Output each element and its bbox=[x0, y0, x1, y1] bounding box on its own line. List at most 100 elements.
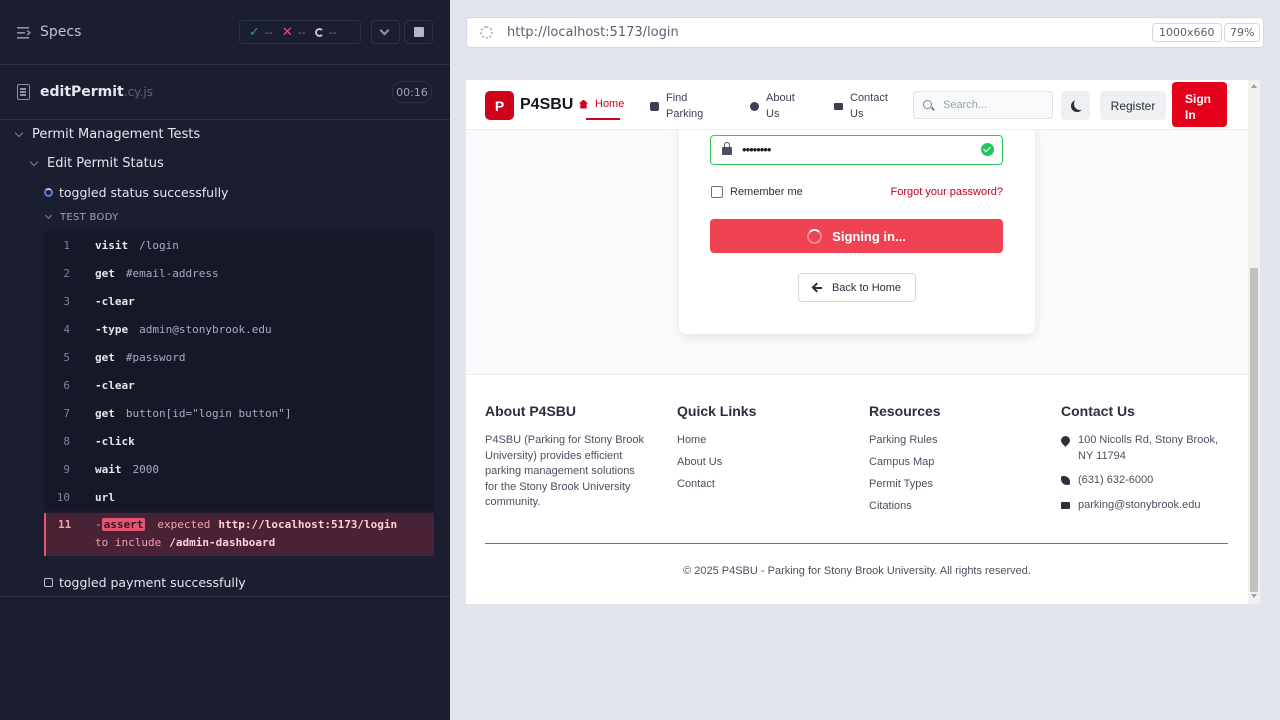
suite-title: Permit Management Tests bbox=[32, 127, 201, 142]
url-text[interactable]: http://localhost:5173/login bbox=[507, 25, 679, 40]
footer-about-title: About P4SBU bbox=[485, 403, 576, 419]
command-name: -type bbox=[95, 322, 129, 336]
assert-badge: assert bbox=[101, 518, 146, 531]
envelope-icon bbox=[1061, 501, 1070, 509]
command-number: 7 bbox=[63, 406, 70, 420]
back-to-home-label: Back to Home bbox=[831, 281, 902, 294]
search-icon bbox=[923, 100, 932, 109]
app-footer: About P4SBU P4SBU (Parking for Stony Bro… bbox=[466, 374, 1248, 604]
footer-phone: (631) 632-6000 bbox=[1061, 473, 1223, 489]
home-icon bbox=[579, 99, 588, 109]
command-arg: #password bbox=[125, 350, 186, 364]
assert-keyword-2: to include bbox=[95, 536, 162, 549]
failed-assert-command[interactable]: 11 - assert expected http://localhost:5173/… bbox=[44, 513, 434, 556]
footer-link-contact[interactable]: Contact bbox=[677, 477, 756, 499]
pending-icon bbox=[314, 27, 324, 37]
assert-keyword: expected bbox=[157, 518, 211, 531]
command-name: url bbox=[95, 490, 115, 504]
command-name: get bbox=[95, 406, 115, 420]
back-to-home-button[interactable]: Back to Home bbox=[798, 273, 916, 302]
check-icon: ✓ bbox=[249, 24, 260, 40]
suite-row[interactable]: Permit Management Tests bbox=[14, 127, 201, 142]
footer-link-parking-rules[interactable]: Parking Rules bbox=[869, 433, 941, 455]
specs-title[interactable]: Specs bbox=[40, 24, 81, 40]
footer-resources-title: Resources bbox=[869, 403, 941, 419]
footer-link-about[interactable]: About Us bbox=[677, 455, 756, 477]
search-input[interactable]: Search... bbox=[913, 91, 1053, 119]
nav-contact-us[interactable]: Contact Us bbox=[834, 90, 888, 122]
command-arg: #email-address bbox=[125, 266, 219, 280]
spec-name-text: editPermit bbox=[40, 84, 124, 100]
assert-value: http://localhost:5173/login bbox=[218, 518, 398, 531]
footer-link-permit-types[interactable]: Permit Types bbox=[869, 477, 941, 499]
command-row[interactable]: 10 url bbox=[44, 483, 434, 511]
command-row[interactable]: 5 get #password bbox=[44, 343, 434, 371]
sub-suite-title: Edit Permit Status bbox=[47, 156, 164, 171]
running-spinner-icon bbox=[44, 188, 53, 197]
search-placeholder: Search... bbox=[943, 99, 988, 111]
command-name: -clear bbox=[95, 294, 135, 308]
test-row-running[interactable]: toggled status successfully bbox=[44, 185, 228, 200]
command-row[interactable]: 8 -click bbox=[44, 427, 434, 455]
viewport-scrollbar[interactable] bbox=[1248, 80, 1260, 604]
test-body-header[interactable]: TEST BODY bbox=[44, 211, 119, 223]
spec-extension: .cy.js bbox=[123, 85, 153, 99]
footer-quick-links: Quick Links Home About Us Contact bbox=[677, 403, 756, 499]
nav-home[interactable]: Home bbox=[579, 98, 624, 110]
register-button[interactable]: Register bbox=[1100, 91, 1166, 120]
settings-icon[interactable] bbox=[480, 26, 493, 39]
command-number: 1 bbox=[63, 238, 70, 252]
command-number: 8 bbox=[63, 434, 70, 448]
assert-line-2: to include/admin-dashboard bbox=[95, 536, 275, 549]
nav-about-us[interactable]: About Us bbox=[750, 90, 795, 122]
command-row[interactable]: 7 get button[id="login button"] bbox=[44, 399, 434, 427]
footer-link-home[interactable]: Home bbox=[677, 433, 756, 455]
command-number: 6 bbox=[63, 378, 70, 392]
command-row[interactable]: 3 -clear bbox=[44, 287, 434, 315]
forgot-password-link[interactable]: Forgot your password? bbox=[891, 186, 1004, 198]
sign-in-button[interactable]: Sign In bbox=[1172, 82, 1227, 127]
test-row-pending[interactable]: toggled payment successfully bbox=[44, 575, 246, 590]
command-arg: admin@stonybrook.edu bbox=[139, 322, 272, 336]
remember-me-label[interactable]: Remember me bbox=[730, 186, 803, 198]
footer-link-citations[interactable]: Citations bbox=[869, 499, 941, 521]
loading-spinner-icon bbox=[807, 228, 823, 244]
specs-menu-icon[interactable] bbox=[17, 27, 31, 39]
viewport-dimensions[interactable]: 1000x660 bbox=[1152, 23, 1222, 42]
brand-name[interactable]: P4SBU bbox=[520, 96, 573, 114]
nav-find-parking[interactable]: Find Parking bbox=[650, 90, 703, 122]
command-row[interactable]: 1 visit/login bbox=[44, 231, 434, 259]
scroll-down-arrow-icon[interactable] bbox=[1251, 594, 1257, 598]
nav-label-line: Contact bbox=[850, 92, 888, 104]
logo[interactable]: P bbox=[485, 91, 514, 120]
scroll-thumb[interactable] bbox=[1250, 268, 1258, 592]
command-row[interactable]: 2 get #email-address bbox=[44, 259, 434, 287]
command-row[interactable]: 6 -clear bbox=[44, 371, 434, 399]
failed-count: -- bbox=[297, 25, 306, 39]
theme-toggle-button[interactable] bbox=[1061, 91, 1090, 120]
spec-file-name[interactable]: editPermit.cy.js bbox=[40, 84, 153, 100]
stop-button[interactable] bbox=[404, 20, 433, 44]
remember-me-checkbox[interactable] bbox=[711, 186, 723, 198]
sign-in-submit-button[interactable]: Signing in... bbox=[710, 219, 1003, 253]
footer-quick-links-title: Quick Links bbox=[677, 403, 757, 419]
password-value: •••••••• bbox=[742, 142, 771, 157]
password-field[interactable]: •••••••• bbox=[710, 135, 1003, 165]
footer-address: 100 Nicolls Rd, Stony Brook, NY 11794 bbox=[1059, 433, 1223, 464]
envelope-icon bbox=[834, 102, 843, 110]
login-card: •••••••• Remember me Forgot your passwor… bbox=[679, 120, 1035, 334]
sub-suite-row[interactable]: Edit Permit Status bbox=[29, 156, 164, 171]
pending-stat: -- bbox=[314, 25, 337, 39]
nav-label-line: Us bbox=[850, 108, 864, 120]
failed-stat: ✕ -- bbox=[282, 25, 306, 40]
command-row[interactable]: 9 wait 2000 bbox=[44, 455, 434, 483]
command-row[interactable]: 4 -type admin@stonybrook.edu bbox=[44, 315, 434, 343]
spec-file-row: editPermit.cy.js 00:16 bbox=[0, 65, 450, 120]
url-bar[interactable]: http://localhost:5173/login 1000x660 79% bbox=[466, 17, 1264, 48]
pending-count: -- bbox=[328, 25, 337, 39]
cypress-runner-panel: Specs ✓ -- ✕ -- -- editPermit.cy.js 00:1… bbox=[0, 0, 450, 720]
collapse-all-button[interactable] bbox=[371, 20, 400, 44]
zoom-level[interactable]: 79% bbox=[1224, 23, 1261, 42]
scroll-up-arrow-icon[interactable] bbox=[1251, 84, 1257, 88]
footer-link-campus-map[interactable]: Campus Map bbox=[869, 455, 941, 477]
